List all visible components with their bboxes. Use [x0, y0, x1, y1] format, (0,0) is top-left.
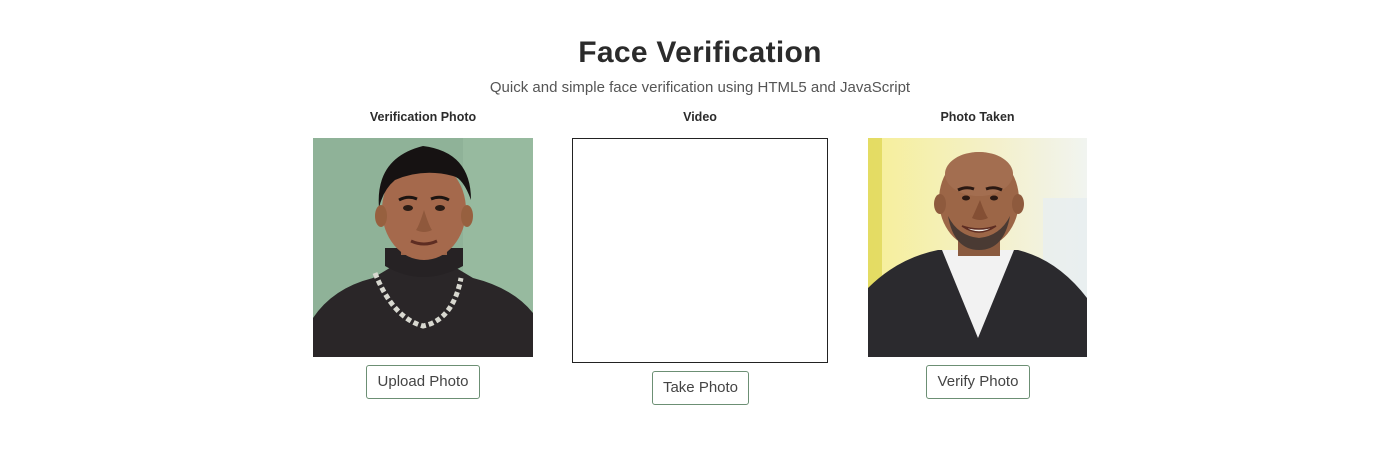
video-label: Video — [683, 110, 717, 124]
page-subtitle: Quick and simple face verification using… — [489, 79, 911, 96]
take-photo-button[interactable]: Take Photo — [652, 371, 749, 405]
photo-taken-column: Photo Taken — [868, 108, 1087, 128]
verification-photo — [313, 138, 533, 357]
verification-photo-column: Verification Photo — [313, 108, 533, 128]
photo-taken-label: Photo Taken — [940, 110, 1015, 124]
verification-photo-label: Verification Photo — [369, 110, 477, 124]
page-title: Face Verification — [578, 36, 822, 69]
photo-taken-image — [868, 138, 1087, 357]
video-column: Video — [572, 108, 828, 128]
verification-photo-image — [313, 138, 533, 357]
upload-photo-button[interactable]: Upload Photo — [366, 365, 480, 399]
video-feed — [572, 138, 828, 363]
verify-photo-button[interactable]: Verify Photo — [926, 365, 1030, 399]
photo-taken — [868, 138, 1087, 357]
face-verification-page: Face Verification Quick and simple face … — [0, 0, 1400, 473]
